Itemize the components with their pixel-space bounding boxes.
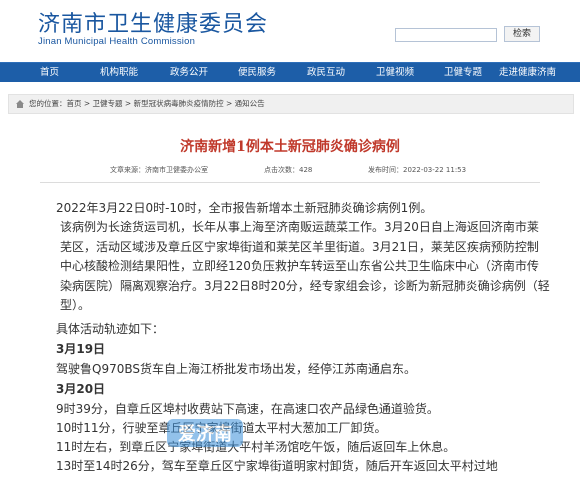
breadcrumb: 您的位置：首页 > 卫健专题 > 新型冠状病毒肺炎疫情防控 > 通知公告 — [8, 94, 574, 114]
article-published: 发布时间：2022-03-22 11:53 — [368, 166, 467, 174]
trajectory-line: 驾驶鲁Q970BS货车自上海江桥批发市场出发，经停江苏南通启东。 — [56, 362, 416, 376]
nav-item-institution[interactable]: 机构职能 — [100, 63, 138, 82]
trajectory-line: 13时至14时26分，驾车至章丘区宁家埠街道明家村卸货，随后开车返回太平村过地 — [56, 459, 498, 473]
article-title: 济南新增1例本土新冠肺炎确诊病例 — [180, 139, 400, 155]
breadcrumb-text[interactable]: 您的位置：首页 > 卫健专题 > 新型冠状病毒肺炎疫情防控 > 通知公告 — [29, 95, 265, 113]
paragraph-summary: 2022年3月22日0时-10时，全市报告新增本土新冠肺炎确诊病例1例。 — [56, 201, 433, 215]
search-button[interactable]: 检索 — [504, 26, 540, 42]
nav-item-video[interactable]: 卫健视频 — [376, 63, 414, 82]
article-source: 文章来源：济南市卫健委办公室 — [110, 166, 208, 174]
nav-item-healthy-jinan[interactable]: 走进健康济南 — [499, 63, 556, 82]
trajectory-line: 11时左右，到章丘区宁家埠街道大平村羊汤馆吃午饭，随后返回车上休息。 — [56, 440, 456, 454]
nav-item-services[interactable]: 便民服务 — [238, 63, 276, 82]
paragraph-case-detail: 该病例为长途货运司机，长年从事上海至济南贩运蔬菜工作。3月20日自上海返回济南市… — [60, 220, 550, 312]
paragraph-trajectory-intro: 具体活动轨迹如下： — [56, 322, 165, 336]
nav-item-topics[interactable]: 卫健专题 — [444, 63, 482, 82]
nav-item-home[interactable]: 首页 — [40, 63, 59, 82]
nav-item-gov-affairs[interactable]: 政务公开 — [170, 63, 208, 82]
article-views: 点击次数：428 — [264, 166, 313, 174]
watermark-logo: 爱济南 — [167, 419, 243, 447]
site-subtitle: Jinan Municipal Health Commission — [38, 36, 196, 47]
main-nav: 首页 机构职能 政务公开 便民服务 政民互动 卫健视频 卫健专题 走进健康济南 — [0, 62, 580, 82]
trajectory-line: 9时39分，自章丘区埠村收费站下高速，在高速口农产品绿色通道验货。 — [56, 402, 439, 416]
date-heading: 3月19日 — [56, 342, 106, 356]
search-input[interactable] — [395, 28, 497, 42]
svg-text:爱济南: 爱济南 — [178, 423, 232, 445]
divider — [40, 182, 540, 183]
site-title[interactable]: 济南市卫生健康委员会 — [38, 6, 268, 38]
home-icon — [16, 100, 24, 108]
date-heading: 3月20日 — [56, 382, 106, 396]
site-header: 济南市卫生健康委员会 Jinan Municipal Health Commis… — [0, 0, 580, 62]
nav-item-interaction[interactable]: 政民互动 — [307, 63, 345, 82]
